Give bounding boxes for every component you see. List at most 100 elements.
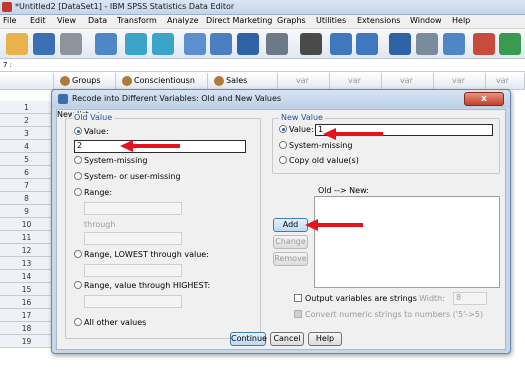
insert-cases-icon[interactable]	[330, 33, 352, 55]
new-system-missing-radio[interactable]: System-missing	[279, 141, 352, 150]
menu-graphs[interactable]: Graphs	[277, 16, 306, 25]
range-to-input[interactable]	[84, 232, 182, 245]
row-header[interactable]: 1	[0, 101, 54, 114]
weight-cases-icon[interactable]	[416, 33, 438, 55]
new-value-group-label: New Value	[279, 113, 325, 122]
dialog-icon	[58, 94, 68, 104]
range-from-input[interactable]	[84, 202, 182, 215]
menu-edit[interactable]: Edit	[30, 16, 46, 25]
annotation-arrow-add	[305, 219, 363, 231]
menu-direct-marketing[interactable]: Direct Marketing	[206, 16, 272, 25]
dialog-body: Old Value Value: 2 System-missing System…	[56, 109, 506, 350]
copy-old-values-radio[interactable]: Copy old value(s)	[279, 156, 359, 165]
row-header[interactable]: 9	[0, 205, 54, 218]
row-header[interactable]: 13	[0, 257, 54, 270]
row-header[interactable]: 14	[0, 270, 54, 283]
menu-view[interactable]: View	[57, 16, 76, 25]
new-value-radio[interactable]: Value:	[279, 125, 314, 134]
menu-help[interactable]: Help	[452, 16, 470, 25]
old-system-missing-radio[interactable]: System-missing	[74, 156, 147, 165]
save-icon[interactable]	[33, 33, 55, 55]
menu-extensions[interactable]: Extensions	[357, 16, 400, 25]
row-header[interactable]: 6	[0, 166, 54, 179]
dialog-recall-icon[interactable]	[95, 33, 117, 55]
range-lowest-radio[interactable]: Range, LOWEST through value:	[74, 250, 209, 259]
old-value-radio[interactable]: Value:	[74, 127, 109, 136]
menu-utilities[interactable]: Utilities	[316, 16, 346, 25]
insert-variable-icon[interactable]	[356, 33, 378, 55]
cell-reference-bar: 7 :	[0, 59, 525, 72]
column-header-sales[interactable]: Sales	[208, 73, 278, 90]
menu-analyze[interactable]: Analyze	[167, 16, 199, 25]
range-highest-radio[interactable]: Range, value through HIGHEST:	[74, 281, 210, 290]
find-binoculars-icon[interactable]	[300, 33, 322, 55]
row-header[interactable]: 12	[0, 244, 54, 257]
old-system-or-user-missing-radio[interactable]: System- or user-missing	[74, 172, 181, 181]
column-header-var[interactable]: var	[278, 73, 330, 90]
row-header[interactable]: 7	[0, 179, 54, 192]
dialog-titlebar[interactable]: Recode into Different Variables: Old and…	[52, 90, 510, 108]
column-header-var[interactable]: var	[330, 73, 382, 90]
row-header[interactable]: 15	[0, 283, 54, 296]
width-input[interactable]: 8	[453, 292, 487, 305]
recode-dialog: Recode into Different Variables: Old and…	[51, 89, 511, 354]
change-button[interactable]: Change	[273, 235, 308, 249]
continue-button[interactable]: Continue	[230, 332, 267, 346]
output-strings-checkbox[interactable]: Output variables are strings	[294, 294, 417, 303]
old-new-listbox[interactable]	[314, 196, 500, 288]
go-to-case-icon[interactable]	[184, 33, 206, 55]
help-button[interactable]: Help	[308, 332, 342, 346]
row-header[interactable]: 11	[0, 231, 54, 244]
row-header[interactable]: 10	[0, 218, 54, 231]
close-button[interactable]: x	[464, 92, 504, 106]
row-header[interactable]: 3	[0, 127, 54, 140]
add-button[interactable]: Add	[273, 218, 308, 232]
old-range-radio[interactable]: Range:	[74, 188, 112, 197]
run-descriptives-icon[interactable]	[266, 33, 288, 55]
row-header[interactable]: 5	[0, 153, 54, 166]
redo-icon[interactable]	[152, 33, 174, 55]
split-file-icon[interactable]	[389, 33, 411, 55]
column-header-conscientiousness[interactable]: Conscientiousn	[116, 73, 208, 90]
annotation-arrow-new-value	[323, 128, 383, 140]
range-lowest-input[interactable]	[84, 264, 182, 277]
menu-transform[interactable]: Transform	[117, 16, 157, 25]
cell-reference: 7 :	[3, 61, 13, 69]
column-header-groups[interactable]: Groups	[54, 73, 116, 90]
select-cases-icon[interactable]	[443, 33, 465, 55]
all-other-values-radio[interactable]: All other values	[74, 318, 146, 327]
column-header-var[interactable]: var	[434, 73, 486, 90]
row-header[interactable]: 4	[0, 140, 54, 153]
menu-window[interactable]: Window	[410, 16, 442, 25]
row-header[interactable]: 2	[0, 114, 54, 127]
use-variable-sets-icon[interactable]	[499, 33, 521, 55]
remove-button[interactable]: Remove	[273, 252, 308, 266]
value-labels-icon[interactable]	[473, 33, 495, 55]
menu-bar: File Edit View Data Transform Analyze Di…	[0, 15, 525, 29]
column-header-var[interactable]: var	[382, 73, 434, 90]
range-highest-input[interactable]	[84, 295, 182, 308]
cancel-button[interactable]: Cancel	[270, 332, 304, 346]
dialog-title: Recode into Different Variables: Old and…	[72, 94, 282, 103]
row-header[interactable]: 8	[0, 192, 54, 205]
column-label-sales: Sales	[226, 76, 248, 85]
row-header[interactable]: 18	[0, 322, 54, 335]
row-header[interactable]: 16	[0, 296, 54, 309]
nominal-variable-icon	[60, 76, 70, 86]
go-to-variable-icon[interactable]	[210, 33, 232, 55]
row-header[interactable]: 17	[0, 309, 54, 322]
open-folder-icon[interactable]	[6, 33, 28, 55]
print-icon[interactable]	[60, 33, 82, 55]
convert-numeric-checkbox[interactable]: Convert numeric strings to numbers ('5'-…	[294, 310, 483, 319]
old-new-list-label: Old --> New:	[318, 186, 369, 195]
old-value-group-label: Old Value	[72, 113, 115, 122]
new-value-group: New Value Value: 1 System-missing Copy o…	[272, 113, 500, 174]
grid-corner	[0, 73, 54, 90]
menu-file[interactable]: File	[3, 16, 16, 25]
menu-data[interactable]: Data	[88, 16, 107, 25]
nominal-variable-icon	[214, 76, 224, 86]
variables-icon[interactable]	[237, 33, 259, 55]
row-header[interactable]: 19	[0, 335, 54, 348]
column-header-var[interactable]: var	[486, 73, 525, 90]
undo-icon[interactable]	[125, 33, 147, 55]
